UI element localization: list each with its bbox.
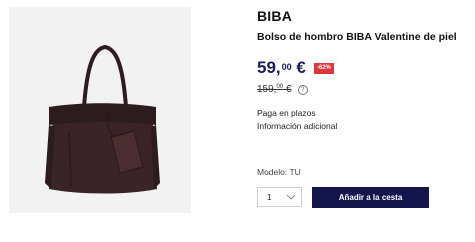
product-info: BIBA Bolso de hombro BIBA Valentine de p… xyxy=(257,0,475,242)
additional-info-link[interactable]: Información adicional xyxy=(257,121,337,131)
price-currency: € xyxy=(296,58,306,77)
chevron-down-icon xyxy=(286,194,296,200)
pay-in-installments-link[interactable]: Paga en plazos xyxy=(257,108,316,118)
info-circle-icon[interactable]: ? xyxy=(297,84,308,95)
price-decimals: 00 xyxy=(281,62,292,72)
old-price: 159,00 € xyxy=(257,84,292,95)
current-price: 59,00 € xyxy=(257,58,306,78)
add-to-cart-button[interactable]: Añadir a la cesta xyxy=(312,187,429,208)
old-price-row: 159,00 € ? xyxy=(257,84,308,95)
brand-name[interactable]: BIBA xyxy=(257,8,292,24)
price-row: 59,00 € -62% xyxy=(257,58,334,78)
product-title: Bolso de hombro BIBA Valentine de piel xyxy=(257,31,457,43)
quantity-value: 1 xyxy=(267,192,272,202)
old-price-decimals: 00 xyxy=(276,84,284,90)
model-label: Modelo: TU xyxy=(257,167,301,177)
shoulder-bag-image xyxy=(45,44,160,194)
product-image[interactable] xyxy=(9,7,191,213)
discount-badge: -62% xyxy=(313,63,334,74)
price-integer: 59, xyxy=(257,58,281,77)
old-price-integer: 159, xyxy=(257,84,277,95)
quantity-select[interactable]: 1 xyxy=(257,187,302,207)
old-price-currency: € xyxy=(285,84,292,95)
